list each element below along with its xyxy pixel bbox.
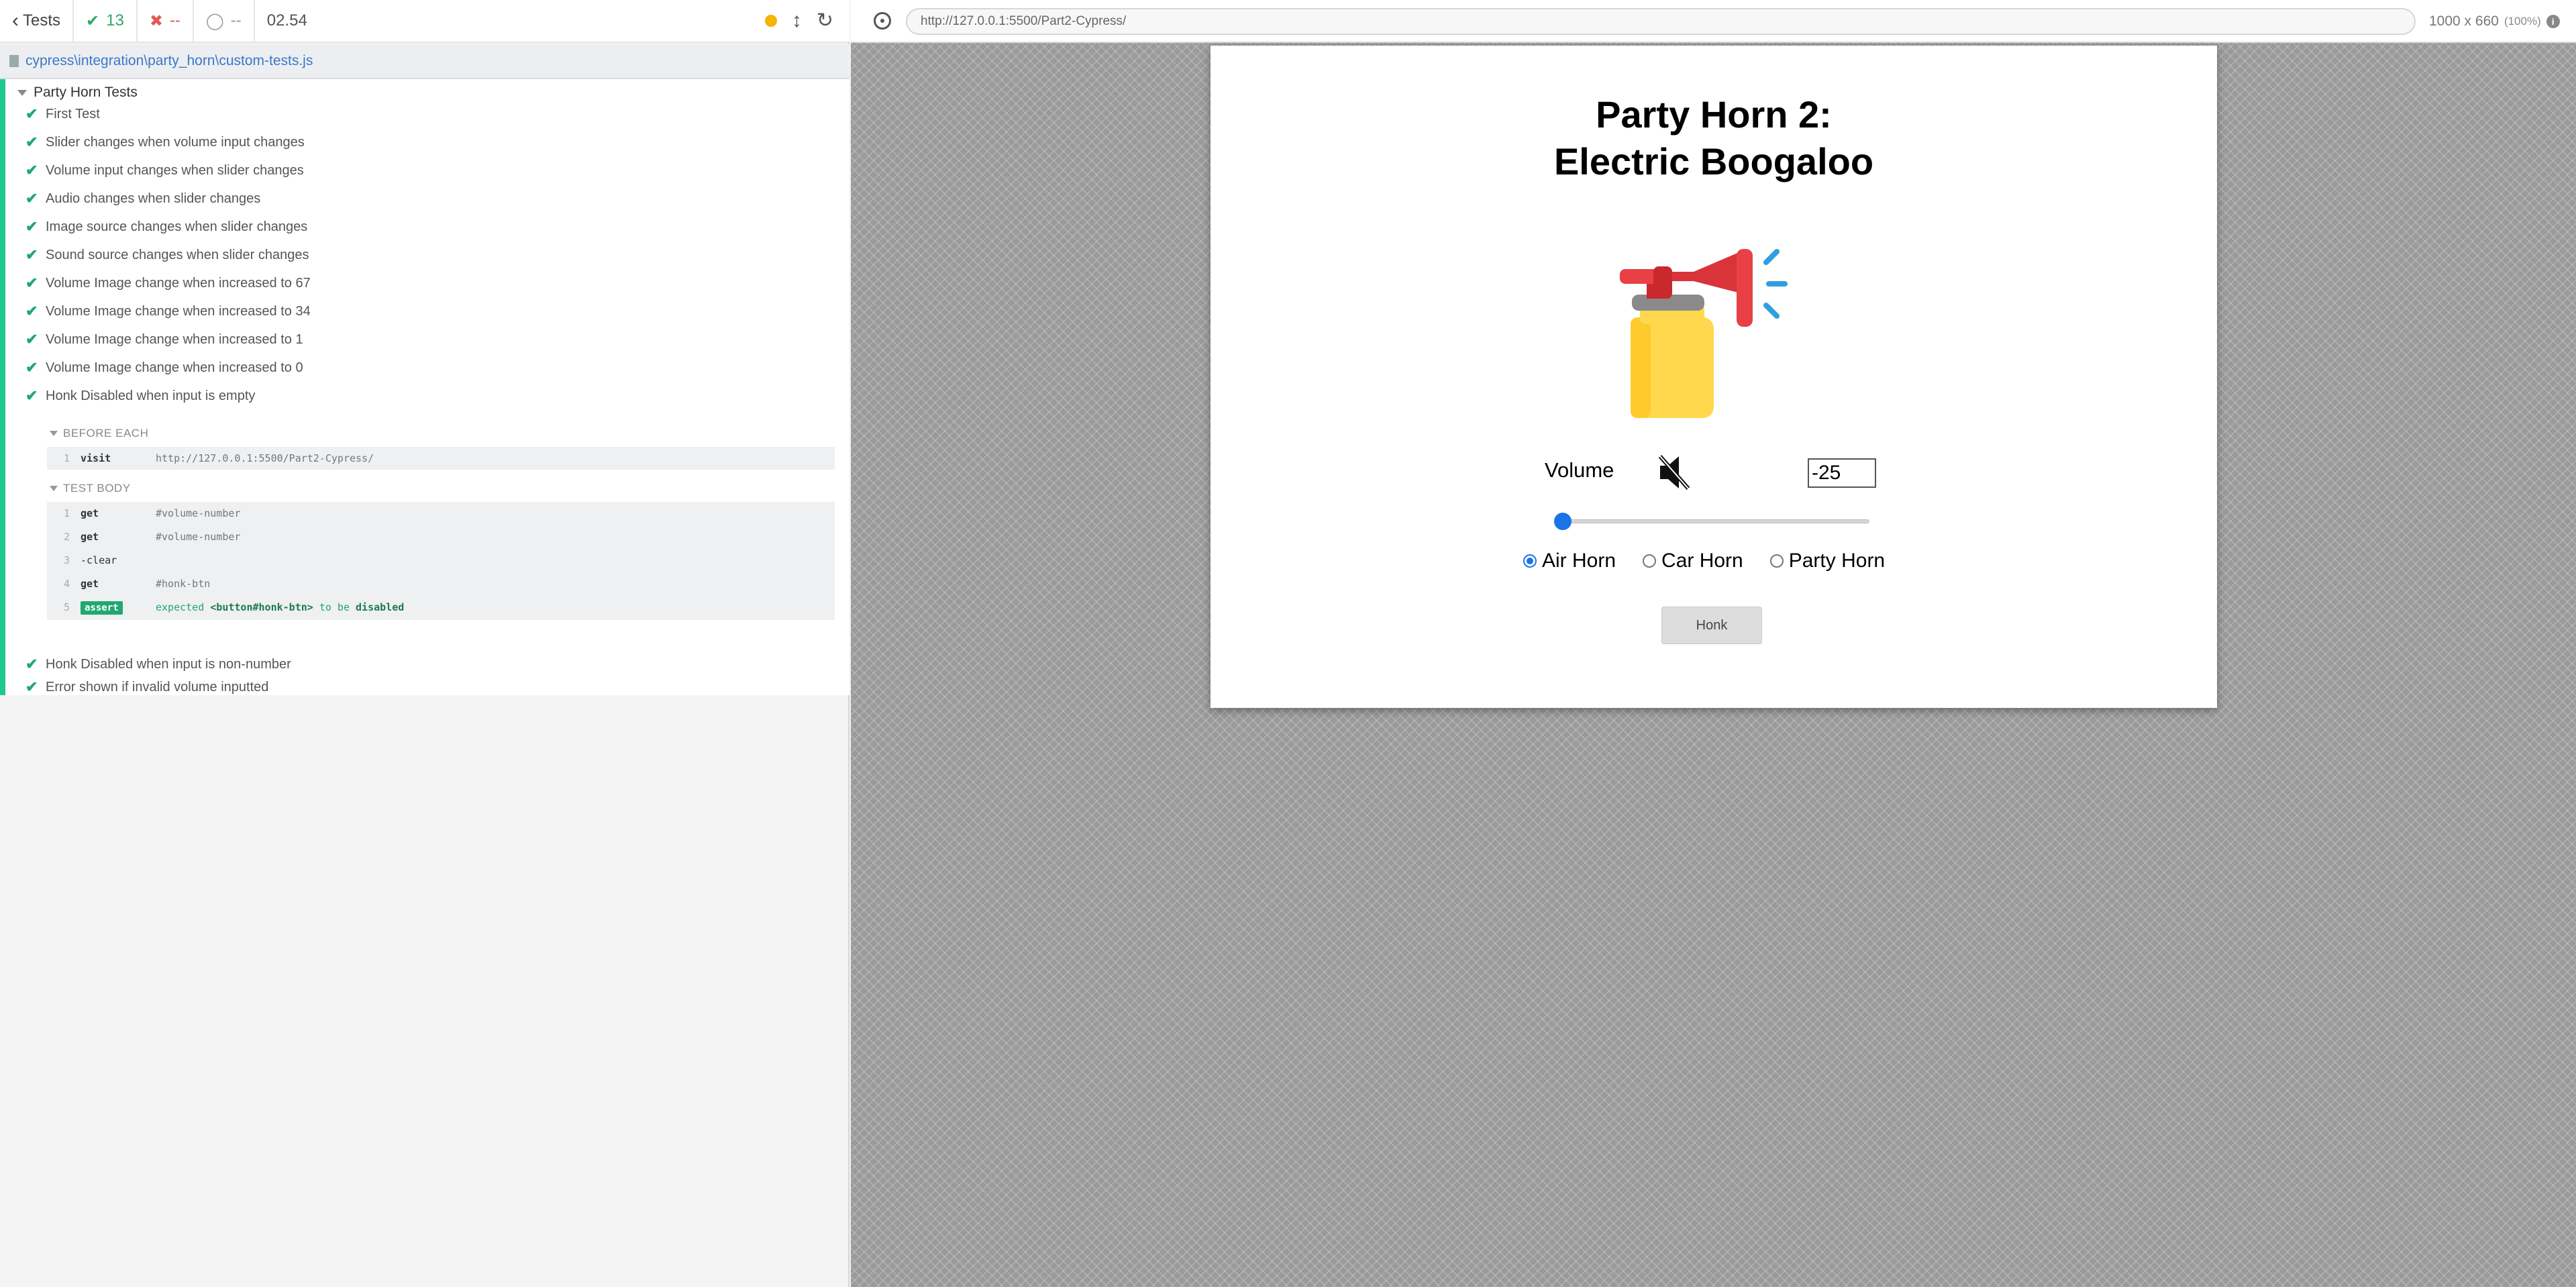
check-icon: ✔: [25, 162, 38, 178]
circle-icon: ◯: [205, 11, 224, 30]
test-body-commands: 1 get #volume-number 2 get #volume-numbe…: [47, 502, 835, 620]
volume-number-input[interactable]: [1808, 458, 1876, 488]
volume-label: Volume: [1545, 458, 1614, 482]
spec-path[interactable]: cypress\integration\party_horn\custom-te…: [0, 44, 849, 79]
test-item[interactable]: ✔ Slider changes when volume input change…: [25, 129, 305, 156]
test-item[interactable]: ✔ Error shown if invalid volume inputted: [25, 678, 268, 695]
radio-party-horn[interactable]: Party Horn: [1769, 550, 1885, 572]
chevron-left-icon: ‹: [12, 9, 19, 32]
radio-button[interactable]: [1643, 554, 1657, 568]
honk-button[interactable]: Honk: [1661, 607, 1762, 644]
stats-bar: ‹ Tests ✔ 13 ✖ -- ◯ -- 02.54 ↕ ↻: [0, 0, 849, 43]
reporter-panel: ‹ Tests ✔ 13 ✖ -- ◯ -- 02.54 ↕ ↻ cypress…: [0, 0, 849, 1287]
test-item[interactable]: ✔ Image source changes when slider change…: [25, 213, 307, 240]
test-item[interactable]: ✔ Volume Image change when increased to 0: [25, 354, 303, 381]
test-item[interactable]: ✔ Sound source changes when slider change…: [25, 242, 309, 268]
test-item[interactable]: ✔ Audio changes when slider changes: [25, 185, 260, 212]
command-row[interactable]: 4 get #honk-btn: [47, 572, 835, 595]
test-item-expanded[interactable]: ✔ Honk Disabled when input is empty: [25, 382, 255, 409]
test-item[interactable]: ✔ Honk Disabled when input is non-number: [25, 651, 291, 678]
collapse-icon: [17, 89, 27, 96]
viewport-info: 1000 x 660 (100%) i: [2429, 13, 2560, 30]
tests-label: Tests: [23, 11, 61, 30]
air-horn-image: [1620, 249, 1788, 418]
pending-count: ◯ --: [194, 0, 255, 42]
command-row[interactable]: 2 get #volume-number: [47, 525, 835, 548]
passed-count: ✔ 13: [74, 0, 138, 42]
radio-button[interactable]: [1523, 554, 1537, 568]
test-body-header[interactable]: TEST BODY: [50, 482, 131, 495]
tests-button[interactable]: ‹ Tests: [0, 0, 74, 42]
test-item[interactable]: ✔ Volume Image change when increased to 1: [25, 326, 303, 353]
test-item[interactable]: ✔ First Test: [25, 101, 100, 127]
radio-car-horn[interactable]: Car Horn: [1643, 550, 1743, 572]
check-icon: ✔: [25, 678, 38, 695]
volume-slider[interactable]: [1563, 519, 1869, 523]
volume-mute-icon: [1658, 455, 1690, 490]
runnables-list: Party Horn Tests ✔ First Test ✔ Slider cha…: [0, 79, 849, 695]
check-icon: ✔: [25, 134, 38, 150]
url-bar[interactable]: http://127.0.0.1:5500/Part2-Cypress/: [906, 8, 2416, 35]
before-each-commands: 1 visit http://127.0.0.1:5500/Part2-Cypr…: [47, 447, 835, 470]
check-icon: ✔: [86, 11, 100, 30]
check-icon: ✔: [25, 274, 38, 291]
info-icon[interactable]: i: [2546, 15, 2560, 28]
auto-scroll-toggle-icon[interactable]: ↕: [792, 11, 802, 31]
duration: 02.54: [266, 11, 307, 30]
command-row[interactable]: 1 visit http://127.0.0.1:5500/Part2-Cypr…: [47, 447, 835, 470]
failed-count: ✖ --: [138, 0, 194, 42]
selector-playground-icon[interactable]: [874, 12, 891, 30]
test-item[interactable]: ✔ Volume input changes when slider change…: [25, 157, 304, 184]
radio-button[interactable]: [1769, 554, 1784, 568]
volume-slider-thumb[interactable]: [1554, 513, 1572, 530]
horn-selector: Air Horn Car Horn Party Horn: [1523, 550, 1912, 572]
collapse-icon: [50, 486, 58, 491]
check-icon: ✔: [25, 656, 38, 672]
assert-message: expected <button#honk-btn> to be disable…: [156, 601, 405, 613]
before-each-header[interactable]: BEFORE EACH: [50, 427, 148, 440]
app-frame: Party Horn 2: Electric Boogaloo Volume A…: [1210, 46, 2217, 708]
command-row[interactable]: 3 -clear: [47, 549, 835, 572]
check-icon: ✔: [25, 387, 38, 404]
assert-badge: assert: [81, 601, 123, 615]
command-row[interactable]: 1 get #volume-number: [47, 502, 835, 525]
check-icon: ✔: [25, 190, 38, 207]
rerun-icon[interactable]: ↻: [817, 11, 833, 31]
check-icon: ✔: [25, 303, 38, 319]
check-icon: ✔: [25, 246, 38, 263]
test-item[interactable]: ✔ Volume Image change when increased to 6…: [25, 270, 311, 297]
check-icon: ✔: [25, 331, 38, 348]
suite-title[interactable]: Party Horn Tests: [17, 85, 138, 101]
check-icon: ✔: [25, 359, 38, 376]
file-icon: [9, 55, 19, 67]
cross-icon: ✖: [149, 11, 163, 30]
check-icon: ✔: [25, 105, 38, 122]
check-icon: ✔: [25, 218, 38, 235]
page-title: Party Horn 2: Electric Boogaloo: [1553, 93, 1874, 183]
test-item[interactable]: ✔ Volume Image change when increased to 3…: [25, 298, 311, 325]
aut-header: http://127.0.0.1:5500/Part2-Cypress/ 100…: [851, 0, 2576, 43]
auto-scroll-indicator-icon: [764, 15, 777, 27]
assert-row[interactable]: 5 assert expected <button#honk-btn> to b…: [47, 596, 835, 619]
collapse-icon: [50, 431, 58, 436]
radio-air-horn[interactable]: Air Horn: [1523, 550, 1616, 572]
